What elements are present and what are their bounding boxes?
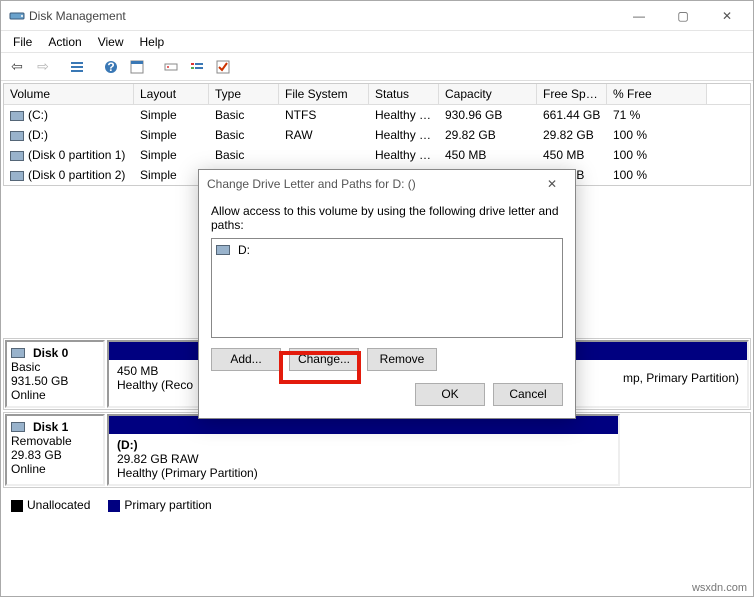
minimize-button[interactable]: — bbox=[617, 2, 661, 30]
titlebar: Disk Management — ▢ ✕ bbox=[1, 1, 753, 31]
ok-button[interactable]: OK bbox=[415, 383, 485, 406]
window-title: Disk Management bbox=[25, 9, 617, 23]
menu-help[interactable]: Help bbox=[132, 33, 173, 51]
add-button[interactable]: Add... bbox=[211, 348, 281, 371]
disk0-sidebar[interactable]: Disk 0 Basic 931.50 GB Online bbox=[5, 340, 105, 408]
menu-action[interactable]: Action bbox=[40, 33, 89, 51]
table-row[interactable]: (D:) SimpleBasicRAWHealthy (P...29.82 GB… bbox=[4, 125, 750, 145]
maximize-button[interactable]: ▢ bbox=[661, 2, 705, 30]
col-volume[interactable]: Volume bbox=[4, 84, 134, 104]
dialog-instruction: Allow access to this volume by using the… bbox=[211, 204, 563, 232]
close-button[interactable]: ✕ bbox=[705, 2, 749, 30]
app-icon bbox=[9, 8, 25, 24]
col-fs[interactable]: File System bbox=[279, 84, 369, 104]
disk1-layout[interactable]: (D:) 29.82 GB RAW Healthy (Primary Parti… bbox=[107, 414, 620, 486]
table-row[interactable]: (Disk 0 partition 1) SimpleBasicHealthy … bbox=[4, 145, 750, 165]
disk-icon bbox=[11, 348, 25, 358]
volume-icon bbox=[10, 111, 24, 121]
col-percent[interactable]: % Free bbox=[607, 84, 707, 104]
menu-view[interactable]: View bbox=[90, 33, 132, 51]
change-button[interactable]: Change... bbox=[289, 348, 359, 371]
menu-file[interactable]: File bbox=[5, 33, 40, 51]
list-icon[interactable] bbox=[185, 56, 209, 78]
check-icon[interactable] bbox=[211, 56, 235, 78]
help-button[interactable]: ? bbox=[99, 56, 123, 78]
cancel-button[interactable]: Cancel bbox=[493, 383, 563, 406]
watermark: wsxdn.com bbox=[692, 582, 747, 594]
toolbar: ⇦ ⇨ ? bbox=[1, 53, 753, 81]
col-layout[interactable]: Layout bbox=[134, 84, 209, 104]
col-free[interactable]: Free Spa... bbox=[537, 84, 607, 104]
forward-button[interactable]: ⇨ bbox=[31, 56, 55, 78]
dialog-close-button[interactable]: ✕ bbox=[537, 177, 567, 191]
disk1-sidebar[interactable]: Disk 1 Removable 29.83 GB Online bbox=[5, 414, 105, 486]
legend-unallocated: Unallocated bbox=[27, 498, 90, 512]
drive-letter-list[interactable]: D: bbox=[211, 238, 563, 338]
legend: Unallocated Primary partition bbox=[1, 490, 753, 520]
details-view-button[interactable] bbox=[65, 56, 89, 78]
remove-button[interactable]: Remove bbox=[367, 348, 437, 371]
sheet-view-button[interactable] bbox=[125, 56, 149, 78]
disk1-panel: Disk 1 Removable 29.83 GB Online (D:) 29… bbox=[3, 412, 751, 488]
volume-icon bbox=[10, 151, 24, 161]
svg-text:?: ? bbox=[107, 60, 114, 74]
volume-icon bbox=[10, 131, 24, 141]
drive-icon bbox=[216, 245, 230, 255]
action-button[interactable] bbox=[159, 56, 183, 78]
menubar: File Action View Help bbox=[1, 31, 753, 53]
disk-icon bbox=[11, 422, 25, 432]
legend-primary: Primary partition bbox=[124, 498, 211, 512]
volume-icon bbox=[10, 171, 24, 181]
table-row[interactable]: (C:) SimpleBasicNTFSHealthy (B...930.96 … bbox=[4, 105, 750, 125]
back-button[interactable]: ⇦ bbox=[5, 56, 29, 78]
dialog-title: Change Drive Letter and Paths for D: () bbox=[207, 177, 416, 191]
col-type[interactable]: Type bbox=[209, 84, 279, 104]
col-status[interactable]: Status bbox=[369, 84, 439, 104]
disk-management-window: Disk Management — ▢ ✕ File Action View H… bbox=[0, 0, 754, 597]
table-header: Volume Layout Type File System Status Ca… bbox=[4, 84, 750, 105]
drive-letter-entry: D: bbox=[238, 243, 250, 257]
change-drive-letter-dialog: Change Drive Letter and Paths for D: () … bbox=[198, 169, 576, 419]
col-capacity[interactable]: Capacity bbox=[439, 84, 537, 104]
